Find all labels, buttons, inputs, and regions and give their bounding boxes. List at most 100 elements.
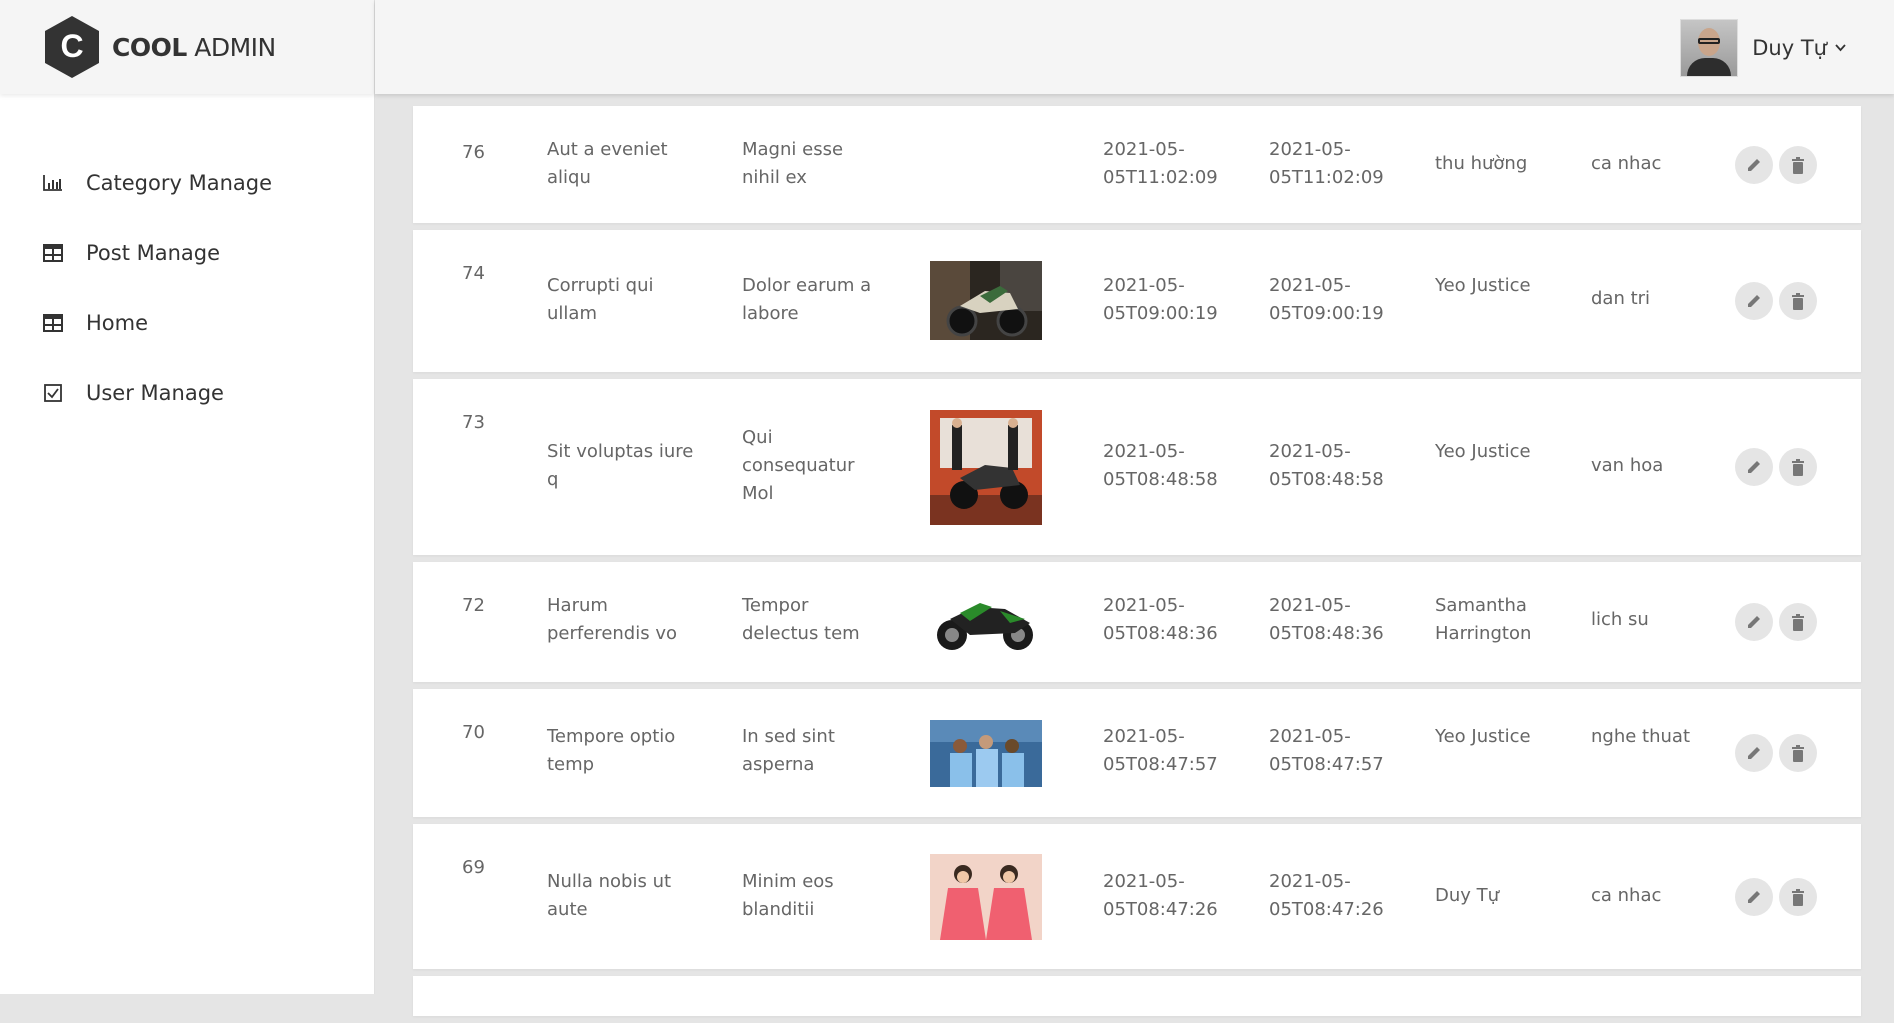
top-header: Duy Tự: [375, 0, 1894, 94]
post-author: Yeo Justice: [1435, 275, 1531, 296]
post-category: ca nhac: [1591, 885, 1662, 906]
pencil-icon: [1748, 159, 1760, 171]
post-id: 76: [462, 142, 485, 163]
sidebar-item-label: Category Manage: [86, 171, 273, 195]
edit-button[interactable]: [1735, 734, 1773, 772]
row-actions: [1735, 878, 1823, 916]
post-table: 76 Aut a eveniet aliqu Magni esse nihil …: [413, 106, 1861, 1023]
post-updated-at: 2021-05-05T08:47:26: [1269, 871, 1384, 920]
post-title: Tempore optio temp: [547, 726, 676, 775]
post-updated-at: 2021-05-05T08:48:36: [1269, 595, 1384, 644]
post-id: 70: [462, 722, 485, 743]
post-description: Tempor delectus tem: [742, 595, 860, 644]
bar-chart-icon: [42, 172, 64, 194]
post-created-at: 2021-05-05T08:47:26: [1103, 871, 1218, 920]
row-actions: [1735, 146, 1823, 184]
football-team-photo: [930, 720, 1042, 787]
post-updated-at: 2021-05-05T08:47:57: [1269, 726, 1384, 775]
post-title: Aut a eveniet aliqu: [547, 139, 668, 188]
post-description: Minim eos blanditii: [742, 871, 834, 920]
table-row: 76 Aut a eveniet aliqu Magni esse nihil …: [413, 106, 1861, 223]
brand-name: COOL ADMIN: [112, 33, 276, 62]
delete-button[interactable]: [1779, 603, 1817, 641]
post-title: Sit voluptas iure q: [547, 441, 694, 490]
sport-bike-photo: [930, 589, 1042, 655]
pencil-icon: [1748, 295, 1760, 307]
post-created-at: 2021-05-05T09:00:19: [1103, 275, 1218, 324]
pencil-icon: [1748, 616, 1760, 628]
post-thumbnail: [930, 261, 1042, 340]
table-row: 69 Nulla nobis ut aute Minim eos blandit…: [413, 824, 1861, 969]
sidebar-item-category-manage[interactable]: Category Manage: [0, 148, 374, 218]
post-description: Dolor earum a labore: [742, 275, 872, 324]
post-id: 73: [462, 412, 485, 433]
delete-button[interactable]: [1779, 146, 1817, 184]
sidebar-menu: Category Manage Post Manage Home User Ma…: [0, 148, 374, 428]
post-category: ca nhac: [1591, 153, 1662, 174]
post-description: Qui consequatur Mol: [742, 427, 855, 504]
delete-button[interactable]: [1779, 878, 1817, 916]
avatar: [1680, 19, 1739, 77]
trash-icon: [1792, 888, 1804, 906]
brand-name-bold: COOL: [112, 32, 187, 62]
row-actions: [1735, 603, 1823, 641]
delete-button[interactable]: [1779, 282, 1817, 320]
edit-button[interactable]: [1735, 282, 1773, 320]
post-author: Yeo Justice: [1435, 726, 1531, 747]
pencil-icon: [1748, 747, 1760, 759]
post-thumbnail: [930, 589, 1042, 655]
user-menu[interactable]: Duy Tự: [1680, 19, 1846, 77]
table-icon: [42, 242, 64, 264]
post-id: 69: [462, 857, 485, 878]
pencil-icon: [1748, 461, 1760, 473]
sidebar-item-user-manage[interactable]: User Manage: [0, 358, 374, 428]
pencil-icon: [1748, 891, 1760, 903]
trash-icon: [1792, 292, 1804, 310]
post-title: Corrupti qui ullam: [547, 275, 654, 324]
post-category: nghe thuat: [1591, 726, 1690, 747]
post-title: Harum perferendis vo: [547, 595, 677, 644]
user-name: Duy Tự: [1752, 36, 1827, 60]
girls-dresses-photo: [930, 854, 1042, 940]
post-updated-at: 2021-05-05T08:48:58: [1269, 441, 1384, 490]
edit-button[interactable]: [1735, 878, 1773, 916]
post-category: van hoa: [1591, 455, 1664, 476]
motorbike-adventure-photo: [930, 261, 1042, 340]
row-actions: [1735, 734, 1823, 772]
row-actions: [1735, 282, 1823, 320]
post-author: Samantha Harrington: [1435, 595, 1532, 644]
sidebar-item-home[interactable]: Home: [0, 288, 374, 358]
post-thumbnail: [930, 720, 1042, 787]
brand-logo[interactable]: C COOL ADMIN: [0, 0, 374, 94]
sidebar-item-label: Post Manage: [86, 241, 221, 265]
edit-button[interactable]: [1735, 146, 1773, 184]
post-id: 74: [462, 263, 485, 284]
table-icon: [42, 312, 64, 334]
post-created-at: 2021-05-05T08:48:58: [1103, 441, 1218, 490]
checkbox-icon: [42, 382, 64, 404]
table-row: 72 Harum perferendis vo Tempor delectus …: [413, 562, 1861, 682]
table-row: 70 Tempore optio temp In sed sint aspern…: [413, 689, 1861, 817]
trash-icon: [1792, 613, 1804, 631]
post-created-at: 2021-05-05T08:48:36: [1103, 595, 1218, 644]
chevron-down-icon: [1835, 41, 1846, 55]
delete-button[interactable]: [1779, 448, 1817, 486]
logo-hexagon-icon: C: [45, 16, 99, 78]
edit-button[interactable]: [1735, 448, 1773, 486]
trash-icon: [1792, 156, 1804, 174]
motorbike-models-photo: [930, 410, 1042, 525]
post-thumbnail: [930, 410, 1042, 525]
post-category: dan tri: [1591, 288, 1651, 309]
delete-button[interactable]: [1779, 734, 1817, 772]
table-row: 74 Corrupti qui ullam Dolor earum a labo…: [413, 230, 1861, 372]
post-title: Nulla nobis ut aute: [547, 871, 672, 920]
trash-icon: [1792, 458, 1804, 476]
trash-icon: [1792, 744, 1804, 762]
table-row: 73 Sit voluptas iure q Qui consequatur M…: [413, 379, 1861, 555]
post-author: thu hường: [1435, 153, 1528, 174]
post-created-at: 2021-05-05T08:47:57: [1103, 726, 1218, 775]
edit-button[interactable]: [1735, 603, 1773, 641]
post-thumbnail: [930, 854, 1042, 940]
post-description: In sed sint asperna: [742, 726, 835, 775]
sidebar-item-post-manage[interactable]: Post Manage: [0, 218, 374, 288]
